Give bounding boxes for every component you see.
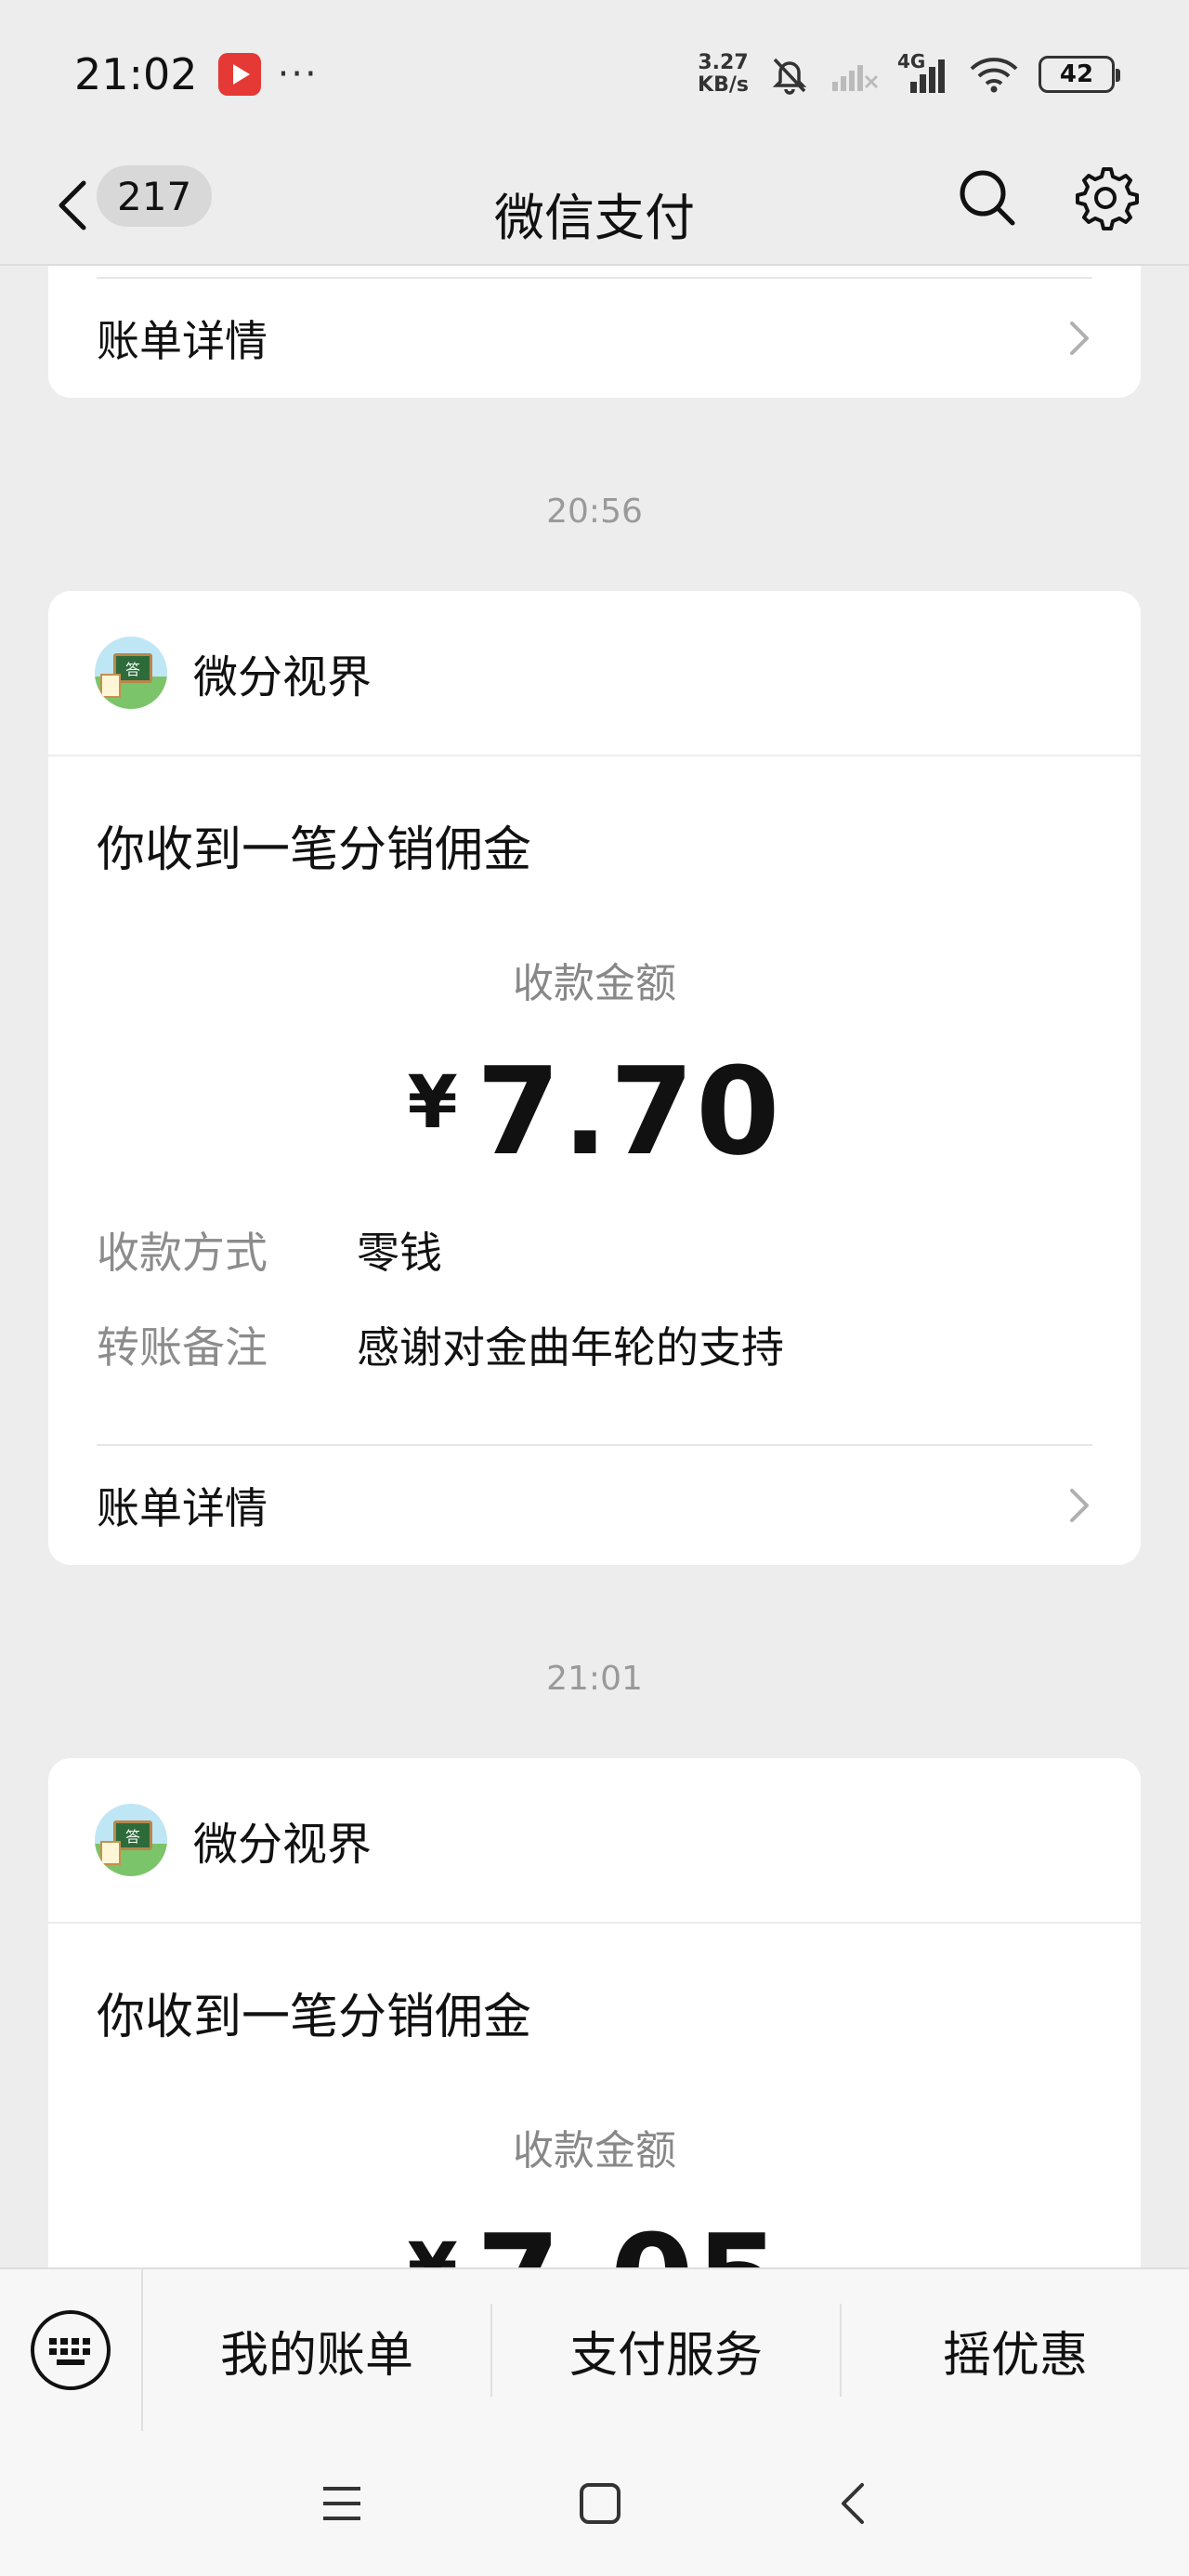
wifi-icon: [970, 58, 1018, 93]
paper-icon: [100, 674, 121, 698]
card-header[interactable]: 答 微分视界: [48, 591, 1141, 756]
menu-my-bills[interactable]: 我的账单: [143, 2304, 490, 2397]
payment-card: 答 微分视界 你收到一笔分销佣金 收款金额 ¥7.05: [48, 1758, 1141, 2316]
card-header[interactable]: 答 微分视界: [48, 1758, 1141, 1924]
settings-button[interactable]: [1072, 164, 1139, 230]
system-navigation-bar: [0, 2431, 1189, 2576]
keyboard-icon: [31, 2310, 111, 2390]
message-subject: 你收到一笔分销佣金: [97, 1990, 532, 2045]
chevron-right-icon: [1070, 322, 1089, 355]
sender-name: 微分视界: [193, 1819, 372, 1871]
status-more-indicator: ···: [277, 53, 319, 96]
paper-icon: [100, 1841, 121, 1865]
signal-icon: [910, 59, 945, 93]
no-signal-icon: [832, 65, 879, 91]
payment-card-previous: 账单详情: [48, 266, 1141, 398]
gear-icon: [1076, 167, 1139, 230]
bill-details-row[interactable]: 账单详情: [97, 1446, 1092, 1565]
sender-name: 微分视界: [193, 651, 372, 703]
mute-icon: [772, 58, 807, 95]
bill-details-label: 账单详情: [97, 316, 268, 366]
battery-indicator: 42: [1039, 56, 1120, 93]
network-speed: 3.27 KB/s: [698, 51, 749, 97]
bill-details-label: 账单详情: [97, 1483, 268, 1533]
back-icon[interactable]: [836, 2479, 869, 2528]
transfer-note-value: 感谢对金曲年轮的支持: [357, 1322, 784, 1373]
payment-method-label: 收款方式: [97, 1228, 268, 1278]
status-indicators: 3.27 KB/s 4G 42: [698, 50, 1120, 97]
avatar: 答: [95, 637, 167, 709]
menu-icon[interactable]: [320, 2483, 364, 2524]
message-subject: 你收到一笔分销佣金: [97, 822, 532, 878]
status-time: 21:02: [74, 49, 198, 99]
transfer-note-label: 转账备注: [97, 1322, 268, 1373]
bill-details-row[interactable]: 账单详情: [97, 279, 1092, 398]
menu-payment-services[interactable]: 支付服务: [490, 2304, 840, 2397]
search-button[interactable]: [955, 165, 1020, 230]
video-app-icon: [217, 53, 261, 96]
chevron-right-icon: [1070, 1489, 1089, 1522]
amount-value: ¥7.70: [48, 1041, 1141, 1182]
status-bar: 21:02 ··· 3.27 KB/s 4G 42: [0, 0, 1189, 149]
nav-bar: 217 微信支付: [0, 149, 1189, 266]
menu-shake-offers[interactable]: 摇优惠: [840, 2304, 1189, 2397]
service-menu-bar: 我的账单 支付服务 摇优惠: [0, 2267, 1189, 2432]
keyboard-toggle-button[interactable]: [0, 2268, 143, 2432]
message-timestamp: 21:01: [546, 1660, 643, 1698]
message-timestamp: 20:56: [546, 493, 643, 531]
payment-method-value: 零钱: [357, 1228, 442, 1278]
transfer-note-row: 转账备注 感谢对金曲年轮的支持: [97, 1314, 784, 1375]
search-icon: [960, 170, 1015, 226]
payment-card: 答 微分视界 你收到一笔分销佣金 收款金额 ¥7.70 收款方式 零钱 转账备注…: [48, 591, 1141, 1565]
home-icon[interactable]: [578, 2481, 622, 2526]
amount-label: 收款金额: [513, 960, 676, 1007]
amount-label: 收款金额: [513, 2127, 676, 2175]
amount-number: 7.70: [476, 1041, 782, 1182]
cellular-signal: 4G: [897, 50, 949, 95]
currency-symbol: ¥: [407, 1061, 460, 1145]
payment-method-row: 收款方式 零钱: [97, 1219, 442, 1281]
avatar: 答: [95, 1804, 167, 1876]
